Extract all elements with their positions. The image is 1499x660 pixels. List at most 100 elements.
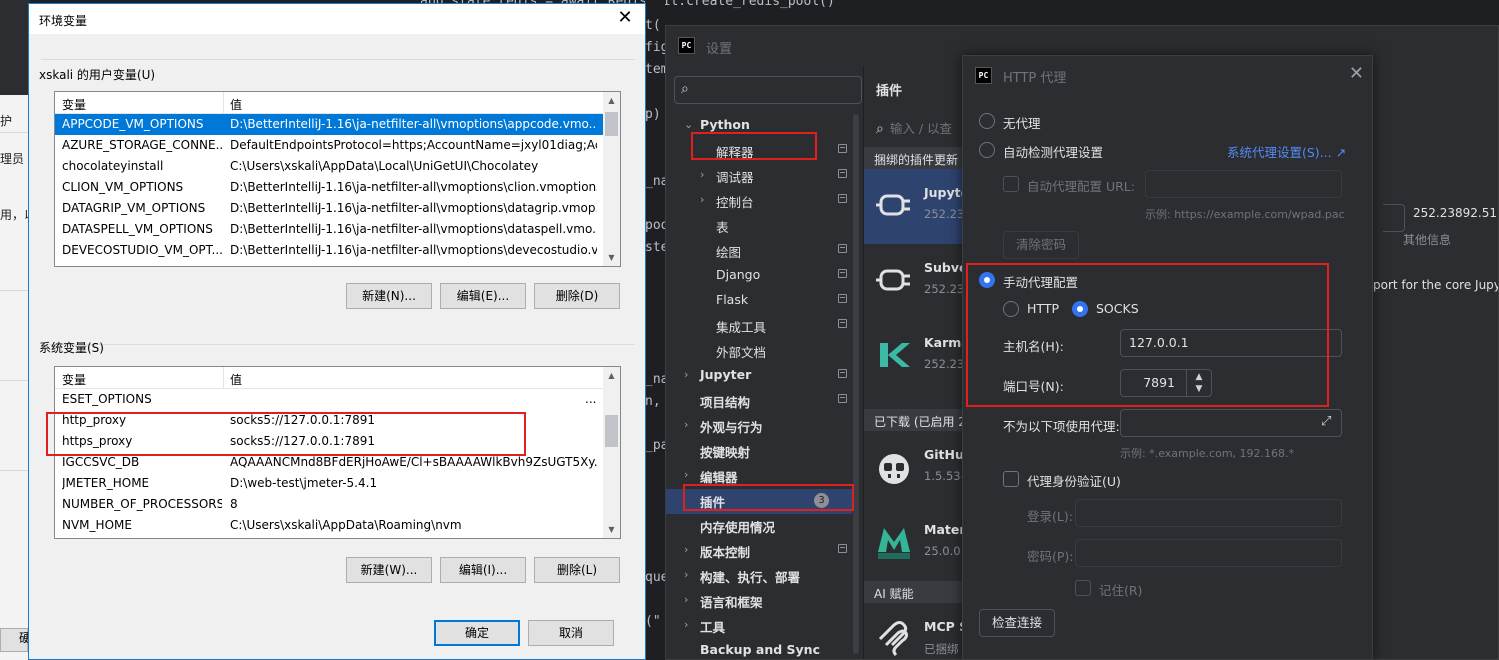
table-row[interactable]: APPCODE_VM_OPTIONS D:\BetterIntelliJ-1.16… <box>55 114 620 135</box>
code-fragment: que <box>645 570 665 585</box>
chevron-right-icon[interactable]: › <box>684 618 688 631</box>
chevron-right-icon[interactable]: › <box>684 568 688 581</box>
column-header-value[interactable]: 值 <box>230 96 242 113</box>
expand-icon[interactable]: ⤢ <box>1321 414 1331 429</box>
chevron-right-icon[interactable]: › <box>684 593 688 606</box>
table-row[interactable]: DATASPELL_VM_OPTIONS D:\BetterIntelliJ-1.… <box>55 219 620 240</box>
dialog-titlebar[interactable]: 环境变量 ✕ <box>29 4 645 34</box>
table-row[interactable]: ESET_OPTIONS... <box>55 389 620 410</box>
chevron-right-icon[interactable]: › <box>700 168 704 181</box>
vertical-scrollbar[interactable]: ▲ ▼ <box>603 92 620 266</box>
proxy-auth-checkbox[interactable] <box>1003 471 1019 487</box>
user-delete-button[interactable]: 删除(D) <box>534 283 620 309</box>
scroll-up-icon[interactable]: ▲ <box>603 92 620 109</box>
table-row[interactable]: JMETER_HOME D:\web-test\jmeter-5.4.1 <box>55 473 620 494</box>
plugin-description: port for the core Jupy <box>1373 278 1499 292</box>
sidebar-item[interactable]: › 构建、执行、部署 <box>666 564 852 589</box>
column-header-variable[interactable]: 变量 <box>62 96 86 113</box>
sidebar-item-label: 外部文档 <box>716 345 767 360</box>
scrollbar-thumb[interactable] <box>605 415 618 447</box>
tree-scrollbar[interactable] <box>853 114 859 654</box>
chevron-right-icon[interactable]: › <box>684 468 688 481</box>
scroll-up-icon[interactable]: ▲ <box>603 367 620 384</box>
password-input[interactable] <box>1075 539 1342 567</box>
system-delete-button[interactable]: 删除(L) <box>534 557 620 583</box>
variable-value: D:\BetterIntelliJ-1.16\ja-netfilter-all\… <box>230 222 597 236</box>
table-row[interactable]: DATAGRIP_VM_OPTIONS D:\BetterIntelliJ-1.1… <box>55 198 620 219</box>
annotation-highlight <box>46 412 526 456</box>
variable-name: IGCCSVC_DB <box>62 455 140 469</box>
user-new-button[interactable]: 新建(N)... <box>346 283 432 309</box>
sidebar-item-label: 工具 <box>700 620 726 635</box>
sidebar-item[interactable]: 表 <box>666 214 852 239</box>
no-proxy-radio[interactable] <box>979 113 995 129</box>
scroll-down-icon[interactable]: ▼ <box>603 521 620 538</box>
check-connection-button[interactable]: 检查连接 <box>979 609 1055 637</box>
material-theme-icon <box>878 528 910 559</box>
sidebar-item[interactable]: › 控制台 <box>666 189 852 214</box>
sidebar-item[interactable]: › 版本控制 <box>666 539 852 564</box>
table-row[interactable]: NUMBER_OF_PROCESSORS 8 <box>55 494 620 515</box>
dialog-title: 环境变量 <box>39 14 88 28</box>
plugins-search-input[interactable]: ⌕ 输入 / 以查 <box>876 118 952 137</box>
auto-detect-radio[interactable] <box>979 142 995 158</box>
sidebar-item[interactable]: › 外观与行为 <box>666 414 852 439</box>
variable-name: chocolateyinstall <box>62 159 164 173</box>
clear-password-button[interactable]: 清除密码 <box>1003 231 1079 259</box>
sidebar-item[interactable]: › Jupyter <box>666 364 852 389</box>
table-row[interactable]: chocolateyinstall C:\Users\xskali\AppData… <box>55 156 620 177</box>
sidebar-item[interactable]: 项目结构 <box>666 389 852 414</box>
sidebar-item[interactable]: 绘图 <box>666 239 852 264</box>
table-row[interactable]: AZURE_STORAGE_CONNE... DefaultEndpointsPr… <box>55 135 620 156</box>
system-proxy-settings-link[interactable]: 系统代理设置(S)... ↗ <box>1227 142 1346 161</box>
system-edit-button[interactable]: 编辑(I)... <box>440 557 526 583</box>
no-proxy-for-input[interactable] <box>1120 409 1342 437</box>
chevron-right-icon[interactable]: › <box>684 368 688 381</box>
sidebar-item[interactable]: 内存使用情况 <box>666 514 852 539</box>
sidebar-item[interactable]: Flask <box>666 289 852 314</box>
scroll-down-icon[interactable]: ▼ <box>603 249 620 266</box>
login-input[interactable] <box>1075 499 1342 527</box>
settings-title: 设置 <box>706 42 733 57</box>
chevron-right-icon[interactable]: › <box>684 543 688 556</box>
version-dropdown[interactable] <box>1383 204 1405 232</box>
sidebar-item[interactable]: 集成工具 <box>666 314 852 339</box>
sidebar-item[interactable]: 按键映射 <box>666 439 852 464</box>
auto-config-url-input[interactable] <box>1145 170 1342 198</box>
vertical-scrollbar[interactable]: ▲ ▼ <box>603 367 620 538</box>
settings-search-input[interactable]: ⌕ <box>674 76 862 104</box>
sidebar-item[interactable]: Django <box>666 264 852 289</box>
table-row[interactable]: NVM_HOME C:\Users\xskali\AppData\Roaming\… <box>55 515 620 536</box>
sidebar-item[interactable]: Backup and Sync <box>666 639 852 659</box>
column-header-variable[interactable]: 变量 <box>62 371 86 388</box>
chevron-right-icon[interactable]: › <box>700 193 704 206</box>
remember-checkbox[interactable] <box>1075 580 1091 596</box>
project-level-icon <box>838 269 847 278</box>
chevron-right-icon[interactable]: › <box>684 418 688 431</box>
variable-name: NVM_HOME <box>62 518 132 532</box>
user-edit-button[interactable]: 编辑(E)... <box>440 283 526 309</box>
table-row[interactable]: CLION_VM_OPTIONS D:\BetterIntelliJ-1.16\j… <box>55 177 620 198</box>
table-row[interactable]: DEVECOSTUDIO_VM_OPT... D:\BetterIntelliJ-… <box>55 240 620 261</box>
sidebar-item[interactable]: 外部文档 <box>666 339 852 364</box>
close-icon[interactable]: ✕ <box>613 7 637 31</box>
background-dark-strip <box>0 0 30 95</box>
chevron-down-icon[interactable]: ⌄ <box>684 118 693 131</box>
proxy-auth-label: 代理身份验证(U) <box>1027 474 1121 489</box>
sidebar-item-label: 项目结构 <box>700 395 751 410</box>
variable-name: AZURE_STORAGE_CONNE... <box>62 138 222 152</box>
cancel-button[interactable]: 取消 <box>528 620 614 646</box>
auto-config-url-checkbox[interactable] <box>1003 176 1019 192</box>
system-new-button[interactable]: 新建(W)... <box>346 557 432 583</box>
column-header-value[interactable]: 值 <box>230 371 242 388</box>
sidebar-item[interactable]: › 语言和框架 <box>666 589 852 614</box>
user-variables-list[interactable]: 变量 值 APPCODE_VM_OPTIONS D:\BetterIntelliJ… <box>54 91 621 267</box>
sidebar-item[interactable]: › 工具 <box>666 614 852 639</box>
tab-other-info[interactable]: 其他信息 <box>1403 231 1451 248</box>
background-divider <box>0 380 30 381</box>
scrollbar-thumb[interactable] <box>605 112 618 136</box>
ok-button[interactable]: 确定 <box>434 620 520 646</box>
close-icon[interactable]: ✕ <box>1349 63 1364 84</box>
sidebar-item[interactable]: › 调试器 <box>666 164 852 189</box>
dialog-titlebar[interactable]: PC HTTP 代理 ✕ <box>963 56 1374 94</box>
